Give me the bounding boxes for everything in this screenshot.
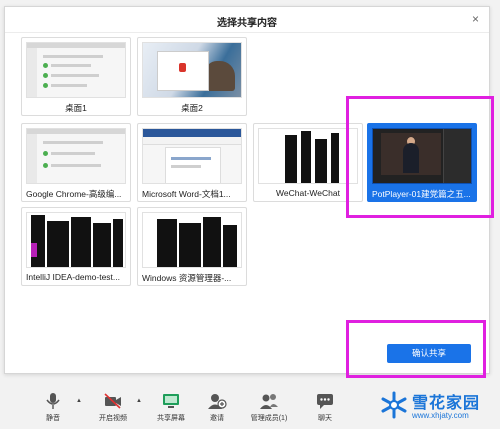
tile-potplayer[interactable]: PotPlayer-01建党篇之五...	[367, 123, 477, 202]
tile-label: 桌面1	[65, 103, 87, 113]
watermark-logo: 雪花家园 www.xhjaty.com	[378, 389, 496, 425]
mute-button[interactable]: 静音	[30, 392, 76, 423]
tile-label: IntelliJ IDEA-demo-test...	[26, 272, 121, 282]
tile-microsoft-word[interactable]: Microsoft Word-文档1...	[137, 123, 247, 202]
chat-label: 聊天	[318, 415, 332, 422]
members-icon	[260, 394, 278, 409]
wechat-thumbnail	[258, 128, 358, 184]
confirm-share-button[interactable]: 确认共享	[387, 344, 471, 363]
add-user-icon	[208, 394, 227, 409]
close-icon[interactable]: ×	[472, 12, 479, 26]
desktop-1-thumbnail	[26, 42, 126, 98]
mute-options-icon[interactable]: ▲	[76, 398, 82, 404]
video-options-icon[interactable]: ▲	[136, 398, 142, 404]
tile-windows-explorer[interactable]: Windows 资源管理器-...	[137, 207, 247, 286]
manage-members-button[interactable]: 管理成员(1)	[246, 392, 292, 423]
tile-label: Windows 资源管理器-...	[142, 273, 232, 283]
word-thumbnail	[142, 128, 242, 184]
explorer-thumbnail	[142, 212, 242, 268]
tile-label: 桌面2	[181, 103, 203, 113]
start-video-label: 开启视频	[99, 415, 127, 422]
watermark-brand: 雪花家园	[412, 395, 481, 412]
tile-google-chrome[interactable]: Google Chrome-高级编...	[21, 123, 131, 202]
share-screen-button[interactable]: 共享屏幕	[148, 392, 194, 423]
chrome-thumbnail	[26, 128, 126, 184]
tile-label: WeChat-WeChat	[276, 188, 340, 198]
intellij-thumbnail	[26, 212, 126, 268]
share-screen-label: 共享屏幕	[157, 415, 185, 422]
share-content-dialog: 选择共享内容 × 桌面1 桌面2 Google Chrome-高级编... Mi…	[4, 6, 490, 374]
tile-label: PotPlayer-01建党篇之五...	[372, 189, 471, 199]
potplayer-thumbnail	[372, 128, 472, 184]
tile-wechat[interactable]: WeChat-WeChat	[253, 123, 363, 202]
share-screen-icon	[163, 394, 179, 408]
mute-label: 静音	[46, 415, 60, 422]
tile-intellij-idea[interactable]: IntelliJ IDEA-demo-test...	[21, 207, 131, 286]
snowflake-logo-icon	[381, 391, 407, 419]
tile-label: Google Chrome-高级编...	[26, 189, 122, 199]
dialog-titlebar: 选择共享内容 ×	[5, 7, 489, 33]
chat-icon	[317, 394, 333, 409]
tile-label: Microsoft Word-文档1...	[142, 189, 231, 199]
invite-button[interactable]: 邀请	[194, 392, 240, 423]
tile-desktop-2[interactable]: 桌面2	[137, 37, 247, 116]
dialog-title: 选择共享内容	[217, 18, 277, 29]
desktop-2-thumbnail	[142, 42, 242, 98]
invite-label: 邀请	[210, 415, 224, 422]
manage-members-label: 管理成员(1)	[250, 415, 288, 422]
microphone-icon	[46, 393, 60, 409]
chat-button[interactable]: 聊天	[302, 392, 348, 423]
start-video-button[interactable]: 开启视频	[90, 392, 136, 423]
watermark-url: www.xhjaty.com	[412, 411, 469, 420]
tile-desktop-1[interactable]: 桌面1	[21, 37, 131, 116]
video-off-icon	[104, 393, 121, 409]
